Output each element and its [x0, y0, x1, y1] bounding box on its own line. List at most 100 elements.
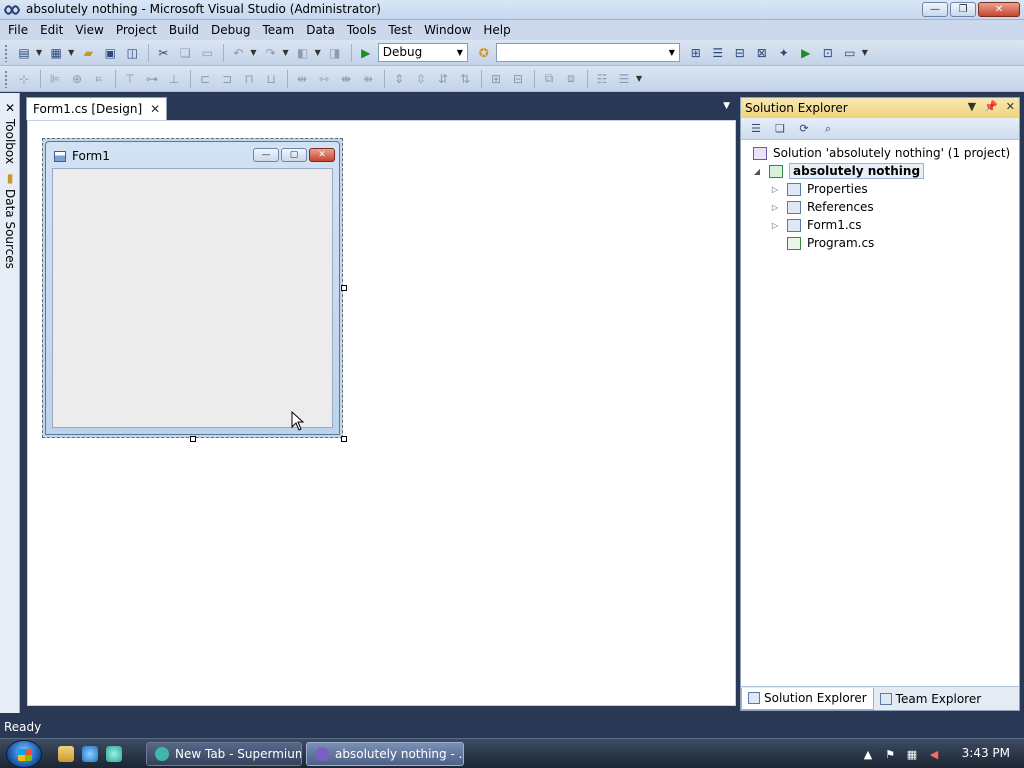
- align-bottoms-icon[interactable]: ⊥: [164, 69, 184, 89]
- redo-dropdown-icon[interactable]: ▼: [282, 48, 288, 57]
- start-button[interactable]: [6, 740, 42, 768]
- tab-team-explorer[interactable]: Team Explorer: [874, 688, 988, 710]
- internet-explorer-icon[interactable]: [82, 746, 98, 762]
- center-vertically-icon[interactable]: ⊟: [508, 69, 528, 89]
- tab-order-icon[interactable]: ☷: [592, 69, 612, 89]
- network-icon[interactable]: ▦: [904, 747, 920, 761]
- form-designer-surface[interactable]: Form1 — ▢ ✕: [27, 120, 736, 706]
- new-project-dropdown-icon[interactable]: ▼: [36, 48, 42, 57]
- resize-handle-bottom[interactable]: [190, 436, 196, 442]
- show-all-files-icon[interactable]: ❏: [771, 121, 789, 137]
- close-button[interactable]: ✕: [978, 2, 1020, 17]
- tree-item-references[interactable]: ▷ References: [769, 198, 874, 216]
- add-item-icon[interactable]: ▦: [46, 43, 66, 63]
- align-centers-icon[interactable]: ⊕: [67, 69, 87, 89]
- make-same-size-icon[interactable]: ⊔: [261, 69, 281, 89]
- properties-window-icon[interactable]: ☰: [708, 43, 728, 63]
- form1-design-frame[interactable]: Form1 — ▢ ✕: [42, 138, 347, 442]
- align-to-grid-icon[interactable]: ⊹: [14, 69, 34, 89]
- extension-manager-icon[interactable]: ✦: [774, 43, 794, 63]
- redo-icon[interactable]: ↷: [260, 43, 280, 63]
- bring-to-front-icon[interactable]: ⧉: [539, 69, 559, 89]
- solution-explorer-icon[interactable]: ⊞: [686, 43, 706, 63]
- lock-controls-icon[interactable]: ☰: [614, 69, 634, 89]
- collapse-icon[interactable]: ◢: [751, 167, 763, 176]
- navigate-backward-dropdown-icon[interactable]: ▼: [315, 48, 321, 57]
- solution-configuration-combo[interactable]: Debug ▼: [377, 43, 468, 62]
- menu-edit[interactable]: Edit: [34, 20, 69, 40]
- undo-icon[interactable]: ↶: [228, 43, 248, 63]
- center-horizontally-icon[interactable]: ⊞: [486, 69, 506, 89]
- tree-item-properties[interactable]: ▷ Properties: [769, 180, 868, 198]
- active-files-dropdown-icon[interactable]: ▼: [723, 101, 730, 111]
- refresh-icon[interactable]: ⟳: [795, 121, 813, 137]
- toolbar-options-icon[interactable]: ▼: [636, 74, 642, 83]
- tab-form1-design[interactable]: Form1.cs [Design] ✕: [26, 97, 168, 120]
- show-hidden-icons-icon[interactable]: ▲: [860, 747, 876, 761]
- add-item-dropdown-icon[interactable]: ▼: [68, 48, 74, 57]
- chevron-down-icon[interactable]: ▼: [452, 44, 467, 61]
- class-view-icon[interactable]: ⊡: [818, 43, 838, 63]
- copy-icon[interactable]: ❏: [175, 43, 195, 63]
- horizontal-spacing-icon[interactable]: ⇹: [292, 69, 312, 89]
- resize-handle-right[interactable]: [341, 285, 347, 291]
- form1-client-area[interactable]: [52, 168, 333, 428]
- send-to-back-icon[interactable]: ⧈: [561, 69, 581, 89]
- tree-item-project[interactable]: ◢ absolutely nothing: [751, 162, 925, 180]
- increase-vertical-spacing-icon[interactable]: ⇳: [411, 69, 431, 89]
- decrease-horizontal-spacing-icon[interactable]: ⇼: [336, 69, 356, 89]
- taskbar-item-visual-studio[interactable]: absolutely nothing - ...: [306, 742, 464, 766]
- minimize-button[interactable]: —: [922, 2, 948, 17]
- auto-hide-pin-icon[interactable]: 📌: [984, 100, 998, 113]
- windows-explorer-icon[interactable]: [58, 746, 74, 762]
- save-all-icon[interactable]: ◫: [122, 43, 142, 63]
- menu-data[interactable]: Data: [300, 20, 341, 40]
- new-project-icon[interactable]: ▤: [14, 43, 34, 63]
- increase-horizontal-spacing-icon[interactable]: ⇿: [314, 69, 334, 89]
- object-browser-icon[interactable]: ⊟: [730, 43, 750, 63]
- volume-muted-icon[interactable]: ◀: [926, 747, 942, 761]
- find-in-files-icon[interactable]: ✪: [474, 43, 494, 63]
- menu-help[interactable]: Help: [477, 20, 516, 40]
- tree-item-solution[interactable]: Solution 'absolutely nothing' (1 project…: [753, 144, 1010, 162]
- align-tops-icon[interactable]: ⊤: [120, 69, 140, 89]
- menu-project[interactable]: Project: [110, 20, 163, 40]
- paste-icon[interactable]: ▭: [197, 43, 217, 63]
- size-to-grid-icon[interactable]: ⊐: [217, 69, 237, 89]
- toolbar-grip[interactable]: [4, 69, 8, 88]
- close-panel-icon[interactable]: ✕: [1006, 100, 1015, 113]
- cut-icon[interactable]: ✂: [153, 43, 173, 63]
- menu-team[interactable]: Team: [256, 20, 300, 40]
- close-tab-icon[interactable]: ✕: [150, 98, 160, 120]
- remove-horizontal-spacing-icon[interactable]: ⇻: [358, 69, 378, 89]
- decrease-vertical-spacing-icon[interactable]: ⇵: [433, 69, 453, 89]
- save-icon[interactable]: ▣: [100, 43, 120, 63]
- supermium-icon[interactable]: [106, 746, 122, 762]
- expand-icon[interactable]: ▷: [769, 185, 781, 194]
- open-file-icon[interactable]: ▰: [78, 43, 98, 63]
- properties-icon[interactable]: ☰: [747, 121, 765, 137]
- solution-platform-combo[interactable]: ▼: [495, 43, 680, 62]
- chevron-down-icon[interactable]: ▼: [664, 44, 679, 61]
- tab-solution-explorer[interactable]: Solution Explorer: [741, 687, 874, 710]
- taskbar-item-supermium[interactable]: New Tab - Supermium: [146, 742, 302, 766]
- form1-window[interactable]: Form1 — ▢ ✕: [45, 141, 340, 435]
- clock[interactable]: 3:43 PM: [962, 746, 1010, 760]
- tree-item-program[interactable]: Program.cs: [787, 234, 874, 252]
- start-debugging-icon[interactable]: ▶: [356, 43, 376, 63]
- vertical-spacing-icon[interactable]: ⇕: [389, 69, 409, 89]
- solution-explorer-header[interactable]: Solution Explorer ▼ 📌 ✕: [741, 98, 1019, 118]
- window-position-dropdown-icon[interactable]: ▼: [968, 100, 976, 113]
- view-class-diagram-icon[interactable]: ⌕: [819, 121, 837, 137]
- align-lefts-icon[interactable]: ⊫: [45, 69, 65, 89]
- undo-dropdown-icon[interactable]: ▼: [250, 48, 256, 57]
- align-middles-icon[interactable]: ⊶: [142, 69, 162, 89]
- title-bar[interactable]: absolutely nothing - Microsoft Visual St…: [0, 0, 1024, 20]
- menu-file[interactable]: File: [2, 20, 34, 40]
- align-rights-icon[interactable]: ⫢: [89, 69, 109, 89]
- expand-icon[interactable]: ▷: [769, 221, 781, 230]
- menu-view[interactable]: View: [69, 20, 109, 40]
- navigate-backward-icon[interactable]: ◧: [293, 43, 313, 63]
- remove-vertical-spacing-icon[interactable]: ⇅: [455, 69, 475, 89]
- tree-item-form1[interactable]: ▷ Form1.cs: [769, 216, 862, 234]
